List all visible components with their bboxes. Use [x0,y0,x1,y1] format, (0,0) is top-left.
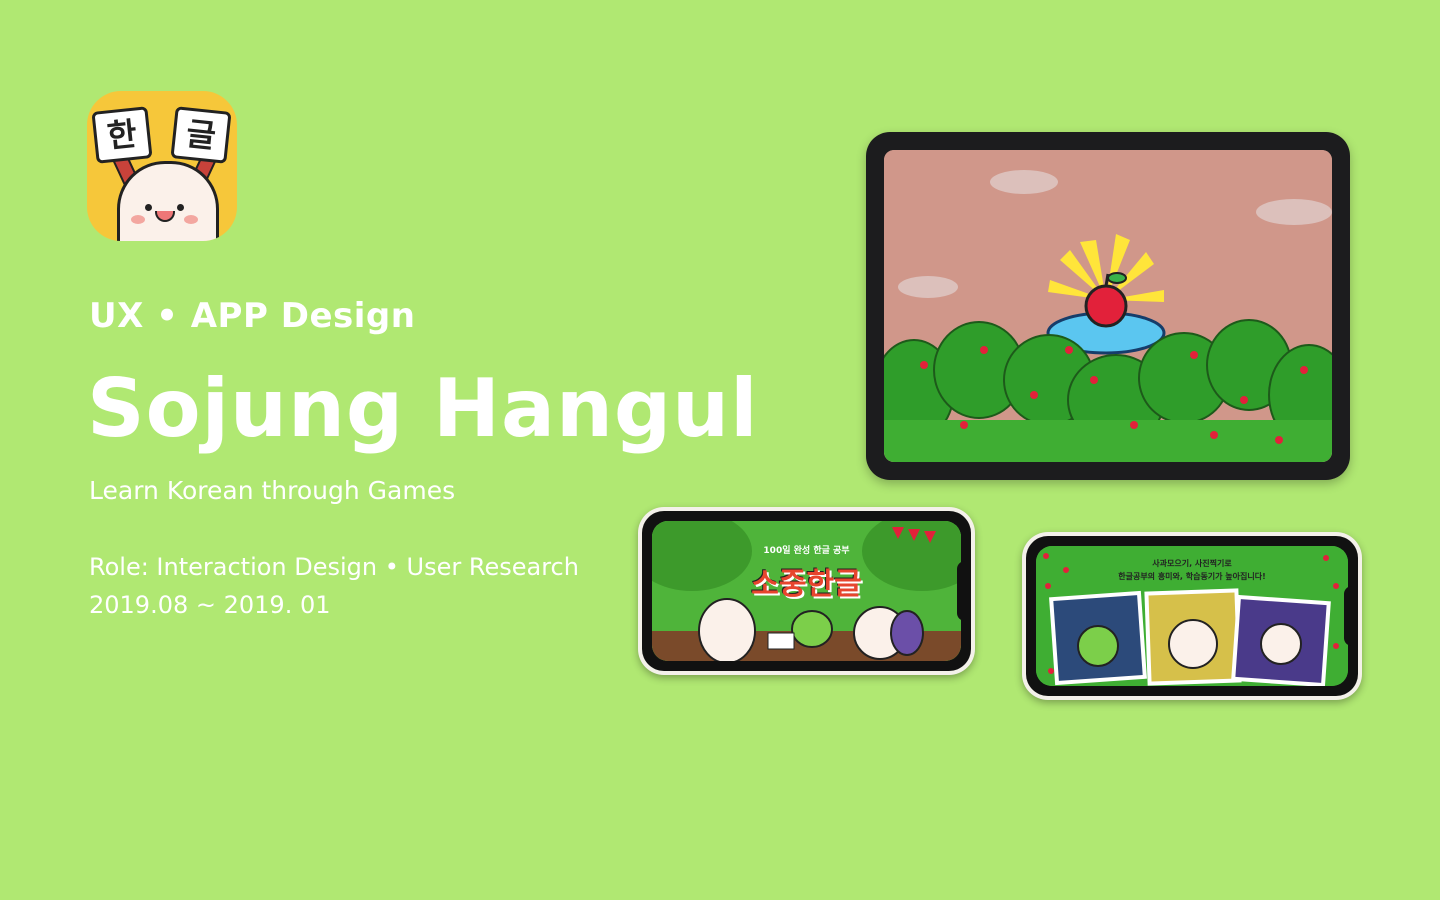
tagline: Learn Korean through Games [89,476,456,505]
tablet-mockup [866,132,1350,480]
phone-mockup-title-screen: 100일 완성 한글 공부 소중한글 [638,507,975,675]
app-icon: 한 글 [87,91,237,241]
photo-caption-line-2: 한글공부의 흥미와, 학습동기가 높아집니다! [1118,572,1266,581]
subtitle: UX • APP Design [89,296,416,336]
phone-notch [1344,586,1358,646]
tablet-screen [884,150,1332,462]
role-text: Role: Interaction Design • User Research [89,553,579,581]
title-banner: 100일 완성 한글 공부 [763,546,850,556]
page-title: Sojung Hangul [87,362,759,455]
hangul-card-right: 글 [170,106,232,164]
hangul-card-left: 한 [91,106,153,164]
app-logo-text: 소중한글 [751,567,862,602]
character-eye-right [177,204,184,211]
phone-mockup-photo-screen: 사과모으기, 사진찍기로 한글공부의 흥미와, 학습동기가 높아집니다! [1022,532,1362,700]
character-cheek-right [184,215,198,224]
phone-screen-photos: 사과모으기, 사진찍기로 한글공부의 흥미와, 학습동기가 높아집니다! [1036,546,1348,686]
phone-screen-title: 100일 완성 한글 공부 소중한글 [652,521,961,661]
photo-caption-line-1: 사과모으기, 사진찍기로 [1152,559,1232,568]
phone-notch [957,561,971,621]
character-eye-left [145,204,152,211]
apple-game-scene [884,150,1332,462]
character-cheek-left [131,215,145,224]
date-range: 2019.08 ~ 2019. 01 [89,591,331,619]
character-body [117,161,219,241]
